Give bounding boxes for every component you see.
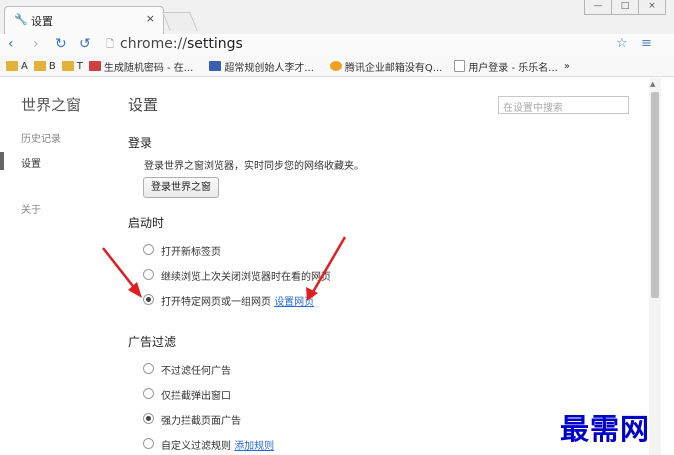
- arrow-right: [311, 236, 347, 293]
- page-icon: 🗋: [106, 39, 115, 50]
- bookmark-item[interactable]: 生成随机密码 - 在...: [88, 59, 193, 74]
- tab-title: 设置: [31, 15, 53, 28]
- maximize-button[interactable]: □: [611, 0, 639, 15]
- close-window-button[interactable]: ×: [638, 0, 666, 15]
- startup-radio-continue[interactable]: [143, 269, 154, 280]
- toolbar: ‹ › ↻ ↺ 🗋 chrome://settings: [0, 34, 674, 56]
- adblock-label-custom: 自定义过滤规则 添加规则: [161, 441, 275, 452]
- site-icon: [209, 61, 222, 71]
- bookmark-folder[interactable]: A: [6, 61, 28, 72]
- folder-icon: [61, 61, 74, 71]
- watermark-logo: 最需网: [560, 412, 651, 446]
- adblock-label-none: 不过滤任何广告: [161, 366, 231, 377]
- minimize-button[interactable]: —: [584, 0, 612, 15]
- startup-label-specific: 打开特定网页或一组网页 设置网页: [161, 297, 315, 308]
- arrow-left-head: [128, 282, 142, 298]
- bookmark-item[interactable]: 腾讯企业邮箱没有Q...: [329, 59, 442, 74]
- startup-label-newtab: 打开新标签页: [161, 247, 221, 258]
- adblock-radio-custom[interactable]: [143, 438, 154, 449]
- login-heading: 登录: [128, 136, 153, 150]
- sidebar-item-about[interactable]: 关于: [21, 201, 41, 216]
- reload-icon[interactable]: ↻: [55, 36, 67, 52]
- page-title: 设置: [128, 96, 159, 114]
- startup-radio-newtab[interactable]: [143, 244, 154, 255]
- startup-heading: 启动时: [128, 216, 165, 230]
- sidebar-title: 世界之窗: [21, 96, 82, 114]
- startup-label-continue: 继续浏览上次关闭浏览器时在看的网页: [161, 272, 331, 283]
- folder-icon: [6, 61, 18, 71]
- address-bar[interactable]: 🗋 chrome://settings: [102, 35, 636, 54]
- bookmarks-bar: A B T 生成随机密码 - 在... 超常规创始人李才... 腾讯企业邮箱没有…: [0, 56, 674, 77]
- bookmarks-more-button[interactable]: »: [564, 61, 570, 72]
- login-description: 登录世界之窗浏览器，实时同步您的网络收藏夹。: [144, 161, 364, 172]
- settings-search-input[interactable]: 在设置中搜索: [498, 96, 629, 114]
- tab-settings[interactable]: 🔧 设置 ×: [4, 6, 164, 34]
- adblock-label-popup: 仅拦截弹出窗口: [161, 391, 231, 402]
- window-controls: — □ ×: [584, 0, 666, 15]
- bookmark-folder[interactable]: T: [61, 61, 83, 72]
- back-icon[interactable]: ‹: [8, 36, 14, 52]
- site-icon: [329, 61, 342, 71]
- new-tab-button[interactable]: [162, 12, 198, 31]
- adblock-radio-popup[interactable]: [143, 388, 154, 399]
- bookmark-folder[interactable]: B: [33, 61, 56, 72]
- set-pages-link[interactable]: 设置网页: [274, 297, 314, 308]
- login-button[interactable]: 登录世界之窗: [143, 177, 219, 198]
- scrollbar[interactable]: ▲: [649, 78, 661, 455]
- adblock-radio-strong[interactable]: [143, 413, 154, 424]
- tab-close-button[interactable]: ×: [146, 12, 155, 25]
- menu-icon[interactable]: ≡: [641, 36, 652, 51]
- folder-icon: [33, 61, 46, 71]
- sidebar-item-settings[interactable]: 设置: [21, 155, 41, 170]
- site-icon: [88, 61, 101, 71]
- scroll-up-icon[interactable]: ▲: [650, 80, 655, 88]
- active-indicator: [0, 152, 4, 170]
- url-text: chrome://settings: [120, 36, 243, 52]
- page-icon: [454, 60, 466, 72]
- add-rule-link[interactable]: 添加规则: [234, 441, 274, 452]
- sidebar-item-history[interactable]: 历史记录: [21, 130, 61, 145]
- scrollbar-thumb[interactable]: [651, 92, 659, 298]
- adblock-label-strong: 强力拦截页面广告: [161, 416, 241, 427]
- tab-strip: 🔧 设置 × — □ ×: [0, 0, 674, 34]
- undo-close-icon[interactable]: ↺: [79, 36, 91, 52]
- startup-radio-specific[interactable]: [143, 294, 154, 305]
- forward-icon[interactable]: ›: [33, 36, 39, 52]
- adblock-heading: 广告过滤: [128, 335, 177, 349]
- arrow-left: [102, 247, 137, 291]
- bookmark-item[interactable]: 超常规创始人李才...: [209, 59, 314, 74]
- wrench-icon: 🔧: [14, 13, 28, 26]
- adblock-radio-none[interactable]: [143, 363, 154, 374]
- bookmark-item[interactable]: 用户登录 - 乐乐名...: [454, 59, 558, 74]
- bookmark-star-icon[interactable]: ☆: [616, 36, 628, 51]
